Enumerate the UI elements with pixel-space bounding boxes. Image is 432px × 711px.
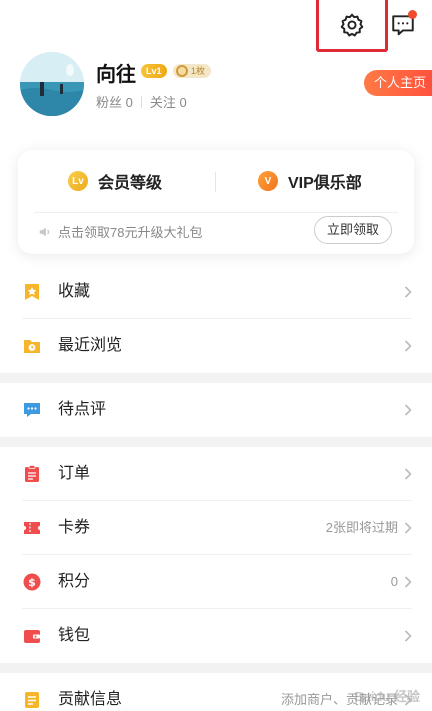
chevron-right-icon xyxy=(404,286,412,298)
follow-stats: 粉丝 0 关注 0 xyxy=(96,92,187,111)
svg-text:$: $ xyxy=(28,576,36,589)
settings-button[interactable] xyxy=(316,0,388,52)
section-gap xyxy=(0,437,432,447)
points-value: 0 xyxy=(390,574,398,589)
medal-icon xyxy=(176,65,188,77)
vip-icon: V xyxy=(258,171,278,191)
menu-label: 收藏 xyxy=(58,283,91,300)
menu-item-review[interactable]: 待点评 xyxy=(0,383,432,437)
member-level-label: 会员等级 xyxy=(98,175,163,192)
homepage-button[interactable]: 个人主页 xyxy=(363,70,432,96)
avatar[interactable] xyxy=(20,52,84,116)
coupon-expiry-hint: 2张即将过期 xyxy=(325,520,398,535)
comment-icon xyxy=(24,403,40,417)
username: 向往 xyxy=(96,64,136,86)
menu-item-recent[interactable]: 最近浏览 xyxy=(0,319,432,373)
speaker-icon xyxy=(39,227,50,236)
menu-label: 待点评 xyxy=(58,401,107,418)
gear-icon xyxy=(340,13,364,36)
member-card: Lv 会员等级 V VIP俱乐部 点击领取78元升级大礼包 立即领取 xyxy=(18,150,414,254)
clipboard-icon xyxy=(25,465,39,482)
stats-divider xyxy=(140,95,142,108)
medal-badge[interactable]: 1枚 xyxy=(173,64,212,78)
fans-count[interactable]: 粉丝 0 xyxy=(96,92,133,111)
medal-count: 1枚 xyxy=(191,66,206,76)
menu-label: 贡献信息 xyxy=(58,691,123,708)
level-badge: Lv1 xyxy=(141,64,167,78)
menu-label: 最近浏览 xyxy=(58,337,123,354)
menu-item-wallet[interactable]: 钱包 xyxy=(0,609,432,663)
profile-section: 向往 Lv1 1枚 粉丝 0 关注 0 个人主页 xyxy=(20,52,432,122)
menu-item-favorites[interactable]: 收藏 xyxy=(0,265,432,319)
menu-label: 钱包 xyxy=(58,627,91,644)
dollar-coin-icon: $ xyxy=(23,573,41,591)
vip-club-button[interactable]: V VIP俱乐部 xyxy=(258,170,362,192)
member-card-divider xyxy=(34,212,398,213)
messages-button[interactable] xyxy=(388,10,418,40)
menu-item-points[interactable]: $ 积分 0 xyxy=(0,555,432,609)
ticket-icon xyxy=(24,522,40,534)
avatar-image xyxy=(20,52,84,116)
chevron-right-icon xyxy=(404,404,412,416)
section-gap xyxy=(0,373,432,383)
chevron-right-icon xyxy=(404,468,412,480)
menu-item-orders[interactable]: 订单 xyxy=(0,447,432,501)
star-bookmark-icon xyxy=(25,284,39,300)
vip-club-label: VIP俱乐部 xyxy=(288,175,362,192)
member-row: Lv 会员等级 V VIP俱乐部 xyxy=(18,150,414,212)
chevron-right-icon xyxy=(404,522,412,534)
document-icon xyxy=(25,692,39,708)
unread-dot xyxy=(408,10,417,19)
chevron-right-icon xyxy=(404,340,412,352)
promo-banner[interactable]: 点击领取78元升级大礼包 xyxy=(38,222,202,241)
member-divider xyxy=(215,172,216,192)
watermark: Baidu 经验 xyxy=(354,689,420,704)
claim-button[interactable]: 立即领取 xyxy=(313,216,392,244)
chevron-right-icon xyxy=(404,576,412,588)
wallet-icon xyxy=(24,630,40,643)
follow-count[interactable]: 关注 0 xyxy=(150,92,187,111)
menu-label: 订单 xyxy=(58,465,91,482)
menu-label: 积分 xyxy=(58,573,91,590)
folder-clock-icon xyxy=(24,340,40,353)
level-icon: Lv xyxy=(68,171,88,191)
menu-label: 卡券 xyxy=(58,519,91,536)
member-level-button[interactable]: Lv 会员等级 xyxy=(68,170,162,192)
chevron-right-icon xyxy=(404,630,412,642)
promo-text: 点击领取78元升级大礼包 xyxy=(58,225,203,240)
menu-item-coupons[interactable]: 卡券 2张即将过期 xyxy=(0,501,432,555)
section-gap xyxy=(0,663,432,673)
